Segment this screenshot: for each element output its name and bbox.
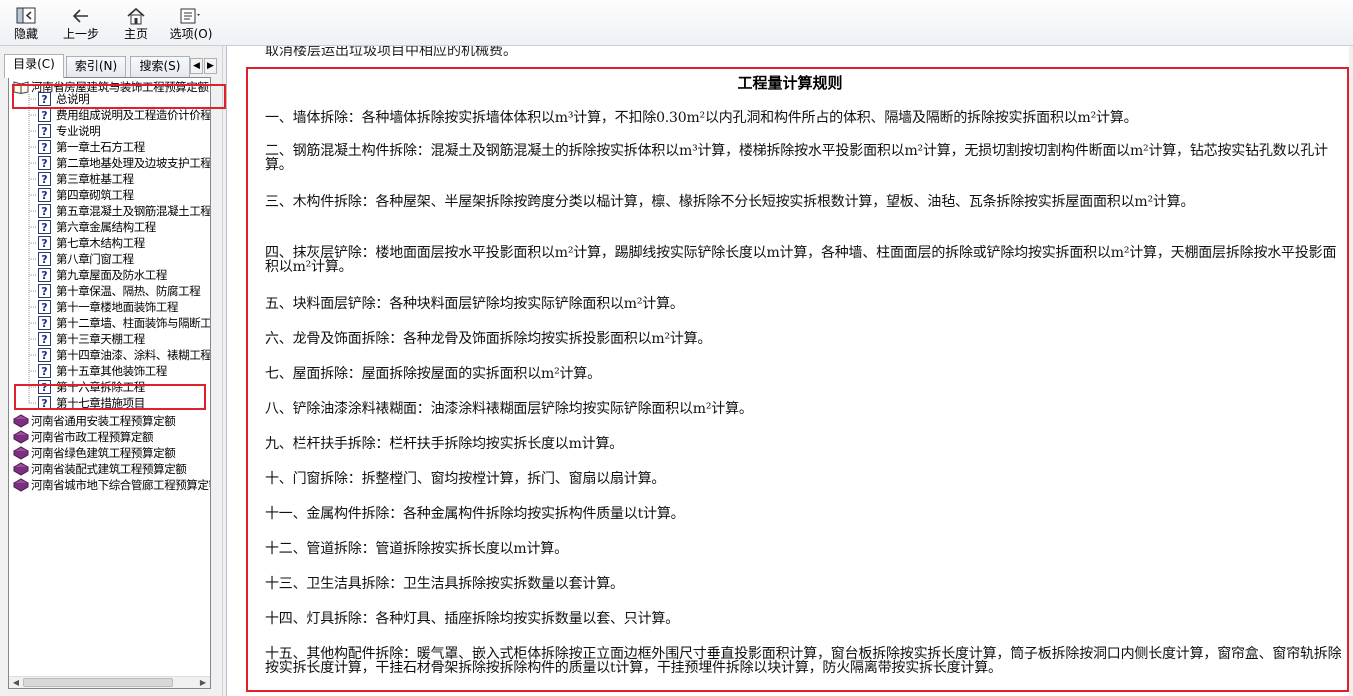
tree-item-label: 第四章砌筑工程 (56, 188, 134, 202)
rule-paragraph: 七、屋面拆除：屋面拆除按屋面的实拆面积以m²计算。 (265, 366, 601, 382)
nav-tabs: 目录(C) 索引(N) 搜索(S) ◀ ▶ (4, 54, 220, 78)
home-label: 主页 (123, 27, 148, 41)
tree-item-label: 河南省绿色建筑工程预算定额 (31, 446, 176, 460)
tree-item-label: 第七章木结构工程 (56, 236, 145, 250)
svg-text:?: ? (41, 285, 47, 298)
options-button[interactable]: 选项(O) (166, 6, 216, 44)
svg-text:?: ? (41, 205, 47, 218)
open-book-icon (13, 80, 29, 98)
home-icon (127, 7, 145, 25)
tree-item-label: 第八章门窗工程 (56, 252, 134, 266)
tab-index-label: 索引(N) (74, 59, 118, 73)
rule-paragraph: 十二、管道拆除：管道拆除按实拆长度以m计算。 (265, 541, 568, 557)
tab-scroll-left-button[interactable]: ◀ (190, 58, 203, 74)
tree-item-label: 河南省通用安装工程预算定额 (31, 414, 176, 428)
tab-search[interactable]: 搜索(S) (130, 56, 190, 77)
previous-text-line: 取消楼层运出垃圾项目中相应的机械费。 (265, 46, 517, 59)
tree-item-label: 总说明 (56, 92, 90, 106)
tab-contents[interactable]: 目录(C) (4, 54, 64, 78)
tree-item-label: 第十二章墙、柱面装饰与隔断工程 (56, 316, 211, 330)
home-button[interactable]: 主页 (111, 6, 161, 44)
back-label: 上一步 (62, 27, 99, 41)
back-arrow-icon (72, 9, 88, 23)
svg-text:?: ? (41, 365, 47, 378)
page-title: 工程量计算规则 (737, 74, 843, 92)
tree-item-label: 第十六章拆除工程 (56, 380, 145, 394)
hide-label: 隐藏 (13, 27, 38, 41)
contents-tree: 河南省房屋建筑与装饰工程预算定额? 总说明? 费用组成说明及工程造价计价程序? 专业说… (8, 77, 211, 689)
rule-paragraph: 二、钢筋混凝土构件拆除：混凝土及钢筋混凝土的拆除按实拆体积以m³计算，楼梯拆除按… (265, 143, 1328, 173)
tree-item-label: 第九章屋面及防水工程 (56, 268, 167, 282)
rule-paragraph: 三、木构件拆除：各种屋架、半屋架拆除按跨度分类以榀计算，檩、椽拆除不分长短按实拆… (265, 194, 1195, 210)
closed-book-icon (12, 478, 30, 496)
rule-paragraph: 八、铲除油漆涂料裱糊面：油漆涂料裱糊面层铲除均按实际铲除面积以m²计算。 (265, 401, 753, 417)
svg-text:?: ? (41, 157, 47, 170)
svg-text:?: ? (41, 253, 47, 266)
hide-button[interactable]: 隐藏 (1, 6, 51, 44)
tab-scroll-right-button[interactable]: ▶ (204, 58, 217, 74)
tree-item-label: 河南省城市地下综合管廊工程预算定额 (31, 478, 211, 492)
tree-item-label: 第十章保温、隔热、防腐工程 (56, 284, 201, 298)
tree-item-label: 第六章金属结构工程 (56, 220, 156, 234)
tree-item-label: 第一章土石方工程 (56, 140, 145, 154)
svg-text:?: ? (41, 237, 47, 250)
svg-text:?: ? (41, 317, 47, 330)
svg-text:?: ? (41, 397, 47, 410)
toolbar: 隐藏 上一步 主页 选项(O) (0, 0, 1353, 46)
rule-paragraph: 九、栏杆扶手拆除：栏杆扶手拆除均按实拆长度以m计算。 (265, 436, 624, 452)
topic-content: 取消楼层运出垃圾项目中相应的机械费。 工程量计算规则 一、墙体拆除：各种墙体拆除… (227, 46, 1353, 696)
tree-item-label: 第十七章措施项目 (56, 396, 145, 410)
options-label: 选项(O) (169, 27, 213, 41)
svg-text:?: ? (41, 93, 47, 106)
tree-item-label: 第十三章天棚工程 (56, 332, 145, 346)
svg-text:?: ? (41, 109, 47, 122)
tree-item-label: 费用组成说明及工程造价计价程序 (56, 108, 211, 122)
rule-paragraph: 十五、其他构配件拆除：暖气罩、嵌入式柜体拆除按正立面边框外围尺寸垂直投影面积计算… (265, 646, 1342, 676)
rule-paragraph: 十四、灯具拆除：各种灯具、插座拆除均按实拆数量以套、只计算。 (265, 611, 679, 627)
rule-paragraph: 四、抹灰层铲除：楼地面面层按水平投影面积以m²计算，踢脚线按实际铲除长度以m计算… (265, 245, 1337, 275)
help-page-icon: ? (38, 396, 51, 414)
rule-paragraph: 五、块料面层铲除：各种块料面层铲除均按实际铲除面积以m²计算。 (265, 296, 684, 312)
tab-search-label: 搜索(S) (139, 59, 181, 73)
svg-text:?: ? (41, 141, 47, 154)
rule-paragraph: 十三、卫生洁具拆除：卫生洁具拆除按实拆数量以套计算。 (265, 576, 624, 592)
svg-text:?: ? (41, 301, 47, 314)
scrollbar-thumb[interactable] (23, 678, 173, 687)
svg-text:?: ? (41, 189, 47, 202)
scroll-left-icon[interactable]: ◀ (10, 677, 22, 688)
back-button[interactable]: 上一步 (56, 6, 106, 44)
rule-paragraph: 十一、金属构件拆除：各种金属构件拆除均按实拆构件质量以t计算。 (265, 506, 685, 522)
rule-paragraph: 六、龙骨及饰面拆除：各种龙骨及饰面拆除均按实拆投影面积以m²计算。 (265, 331, 712, 347)
options-icon (180, 8, 200, 24)
svg-text:?: ? (41, 125, 47, 138)
svg-text:?: ? (41, 333, 47, 346)
rule-paragraph: 十、门窗拆除：拆整樘门、窗均按樘计算，拆门、窗扇以扇计算。 (265, 471, 666, 487)
tree-horizontal-scrollbar[interactable]: ◀ ▶ (9, 676, 210, 688)
content-vertical-scrollbar[interactable] (1349, 46, 1353, 696)
hide-icon (16, 7, 36, 24)
tree-item-label: 第十五章其他装饰工程 (56, 364, 167, 378)
tree-item-label: 第十一章楼地面装饰工程 (56, 300, 179, 314)
scroll-right-icon[interactable]: ▶ (197, 677, 209, 688)
svg-text:?: ? (41, 173, 47, 186)
svg-text:?: ? (41, 269, 47, 282)
tree-item-label: 河南省市政工程预算定额 (31, 430, 154, 444)
tab-index[interactable]: 索引(N) (66, 56, 126, 77)
svg-text:?: ? (41, 349, 47, 362)
tree-item-label: 河南省装配式建筑工程预算定额 (31, 462, 187, 476)
tree-item-label: 第三章桩基工程 (56, 172, 134, 186)
svg-text:?: ? (41, 381, 47, 394)
tab-contents-label: 目录(C) (13, 57, 55, 71)
rule-paragraph: 一、墙体拆除：各种墙体拆除按实拆墙体体积以m³计算，不扣除0.30m²以内孔洞和… (265, 110, 1138, 126)
tree-item-label: 第五章混凝土及钢筋混凝土工程 (56, 204, 211, 218)
navigation-pane: 目录(C) 索引(N) 搜索(S) ◀ ▶ 河南省房屋建筑与装饰工程预算定额? 总… (0, 46, 222, 696)
tree-item-label: 第十四章油漆、涂料、裱糊工程 (56, 348, 211, 362)
tree-item-label: 第二章地基处理及边坡支护工程 (56, 156, 211, 170)
tree-item-label: 专业说明 (56, 124, 101, 138)
svg-text:?: ? (41, 221, 47, 234)
